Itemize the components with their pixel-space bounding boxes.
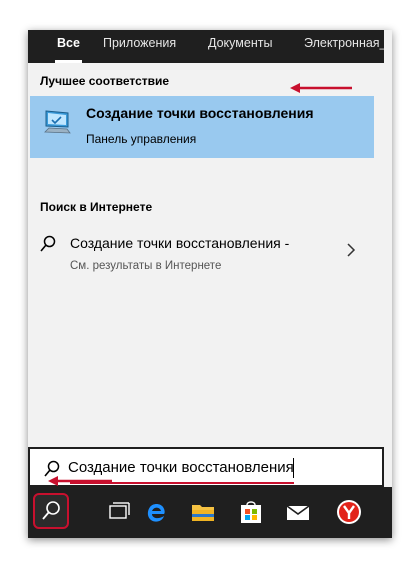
tab-apps[interactable]: Приложения <box>103 30 176 63</box>
search-icon <box>40 235 56 252</box>
store-icon[interactable] <box>236 495 266 529</box>
tab-all[interactable]: Все <box>55 30 82 63</box>
search-window: Все Приложения Документы Электронная_ Лу… <box>28 30 392 538</box>
best-match-title: Создание точки восстановления <box>86 105 314 121</box>
file-explorer-icon[interactable] <box>188 495 218 529</box>
annotation-arrow-search-button <box>48 476 112 486</box>
taskbar-search-button[interactable] <box>33 493 69 529</box>
edge-icon[interactable] <box>140 495 170 529</box>
yandex-browser-icon[interactable] <box>334 495 364 529</box>
tab-email[interactable]: Электронная_ <box>304 30 384 63</box>
text-caret <box>293 458 294 478</box>
search-icon <box>42 501 60 520</box>
best-match-subtitle: Панель управления <box>86 132 197 146</box>
web-search-subtitle: См. результаты в Интернете <box>70 260 222 272</box>
web-search-title: Создание точки восстановления - <box>70 235 290 251</box>
best-match-header: Лучшее соответствие <box>40 74 170 88</box>
system-restore-pc-icon <box>44 110 71 134</box>
web-search-header: Поиск в Интернете <box>40 200 153 214</box>
tab-documents[interactable]: Документы <box>208 30 272 63</box>
filter-tabs: Все Приложения Документы Электронная_ <box>28 30 384 63</box>
mail-icon[interactable] <box>283 495 313 529</box>
taskbar <box>28 487 392 538</box>
chevron-right-icon[interactable] <box>346 243 356 257</box>
web-search-result[interactable]: Создание точки восстановления - См. резу… <box>28 225 384 277</box>
best-match-result[interactable]: Создание точки восстановления Панель упр… <box>30 96 374 158</box>
annotation-arrow-best-match <box>290 83 352 93</box>
results-panel: Лучшее соответствие Создание точки восст… <box>28 63 384 447</box>
task-view-icon[interactable] <box>104 495 134 529</box>
